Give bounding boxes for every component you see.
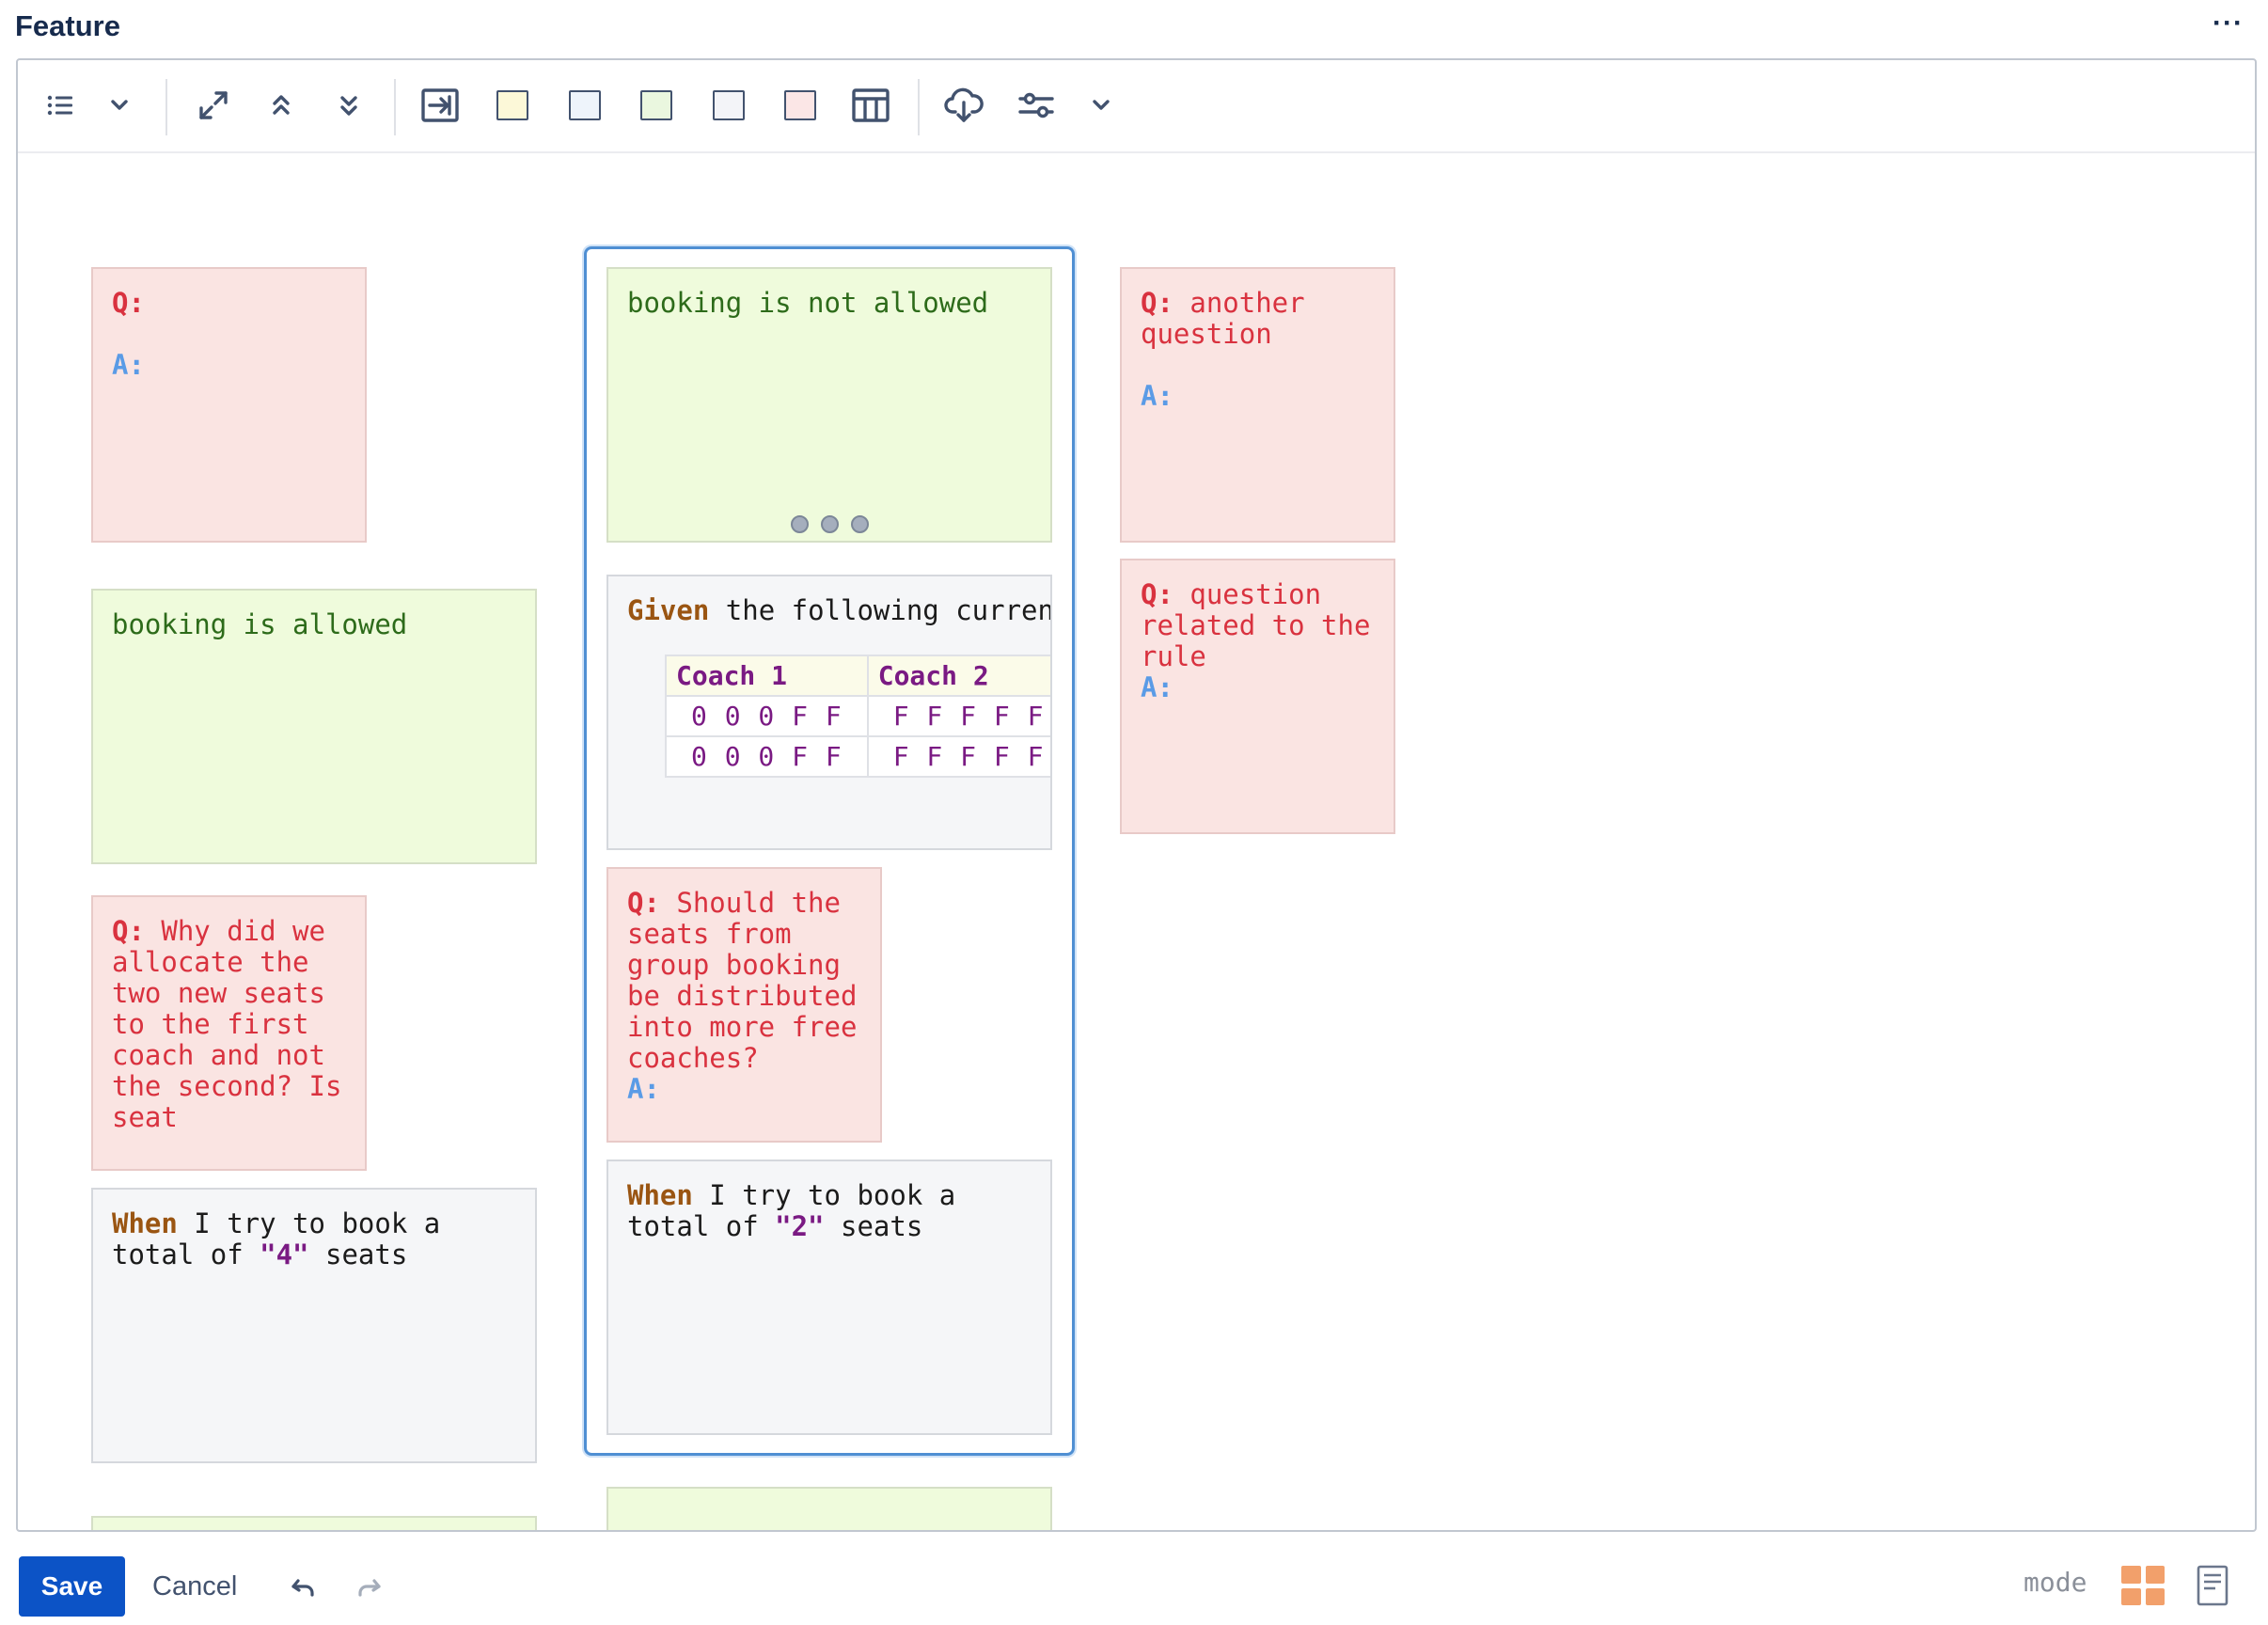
given-step-sticky[interactable]: Given the following curren Coach 1 Coach… — [606, 575, 1052, 850]
collapse-up-icon[interactable] — [260, 85, 302, 126]
undo-icon[interactable] — [287, 1570, 321, 1604]
pink-sticky-swatch[interactable] — [780, 85, 821, 126]
answer-keyword: A: — [627, 1073, 660, 1105]
toolbar-divider — [394, 79, 396, 135]
step-value: "4" — [260, 1238, 309, 1270]
insert-step-icon[interactable] — [419, 85, 461, 126]
rule-text: booking is allowed — [112, 608, 408, 640]
blue-swatch-fill — [569, 90, 601, 120]
answer-keyword: A: — [112, 349, 145, 381]
answer-keyword: A: — [1141, 380, 1173, 412]
toolbar — [18, 60, 2255, 153]
dot — [820, 515, 839, 533]
collapse-down-icon[interactable] — [328, 85, 370, 126]
yellow-sticky-swatch[interactable] — [492, 85, 533, 126]
grid-cell — [2121, 1566, 2141, 1584]
more-options-button[interactable]: ··· — [2213, 9, 2244, 38]
question-text: Should the seats from group booking be d… — [627, 887, 874, 1074]
white-sticky-swatch[interactable] — [708, 85, 749, 126]
step-keyword: When — [112, 1207, 178, 1239]
feature-editor: Q: A: booking is allowed Q: Why did we a… — [16, 58, 2257, 1532]
question-sticky[interactable]: Q: question related to the rule A: — [1120, 559, 1395, 834]
toolbar-divider — [165, 79, 167, 135]
toolbar-divider — [918, 79, 920, 135]
step-keyword: Given — [627, 594, 710, 626]
dot — [850, 515, 869, 533]
green-swatch-fill — [640, 90, 672, 120]
question-sticky[interactable]: Q: Why did we allocate the two new seats… — [91, 895, 367, 1171]
settings-chevron-down-icon[interactable] — [1080, 85, 1122, 126]
question-keyword: Q: — [627, 887, 660, 919]
settings-sliders-icon[interactable] — [1016, 85, 1057, 126]
question-keyword: Q: — [112, 915, 145, 947]
white-swatch-fill — [713, 90, 745, 120]
table-cell: 0 0 0 F F — [665, 735, 869, 778]
save-button[interactable]: Save — [19, 1556, 125, 1617]
grid-cell — [2121, 1587, 2141, 1605]
pink-swatch-fill — [784, 90, 816, 120]
step-value: "2" — [775, 1210, 825, 1242]
drag-handle-icon[interactable] — [608, 515, 1050, 533]
green-sticky-swatch[interactable] — [636, 85, 677, 126]
grid-mode-icon[interactable] — [2121, 1566, 2165, 1605]
table-cell: 0 0 0 F F — [665, 695, 869, 737]
answer-keyword: A: — [1141, 671, 1173, 703]
page-title: Feature — [15, 9, 120, 42]
cancel-button[interactable]: Cancel — [141, 1556, 248, 1617]
table-cell: F F F F F — [866, 695, 1050, 737]
mode-label: mode — [2024, 1567, 2087, 1598]
list-icon[interactable] — [39, 85, 81, 126]
step-sticky[interactable]: When I try to book a total of "2" seats — [606, 1160, 1052, 1435]
table-cell: F F F F F — [866, 735, 1050, 778]
redo-icon[interactable] — [352, 1570, 386, 1604]
question-sticky[interactable]: Q: Should the seats from group booking b… — [606, 867, 882, 1143]
rule-sticky[interactable]: booking is allowed — [91, 589, 537, 864]
grid-cell — [2145, 1587, 2165, 1605]
question-text: question related to the rule — [1141, 578, 1387, 672]
table-header: Coach 2 — [866, 655, 1050, 697]
cloud-download-icon[interactable] — [943, 85, 984, 126]
yellow-swatch-fill — [496, 90, 528, 120]
table-icon[interactable] — [850, 85, 891, 126]
expand-icon[interactable] — [193, 85, 234, 126]
dot — [790, 515, 809, 533]
step-sticky[interactable]: When I try to book a total of "4" seats — [91, 1188, 537, 1463]
step-text-post: seats — [824, 1210, 923, 1242]
sticky-canvas[interactable]: Q: A: booking is allowed Q: Why did we a… — [18, 155, 2255, 1530]
step-text-post: seats — [308, 1238, 408, 1270]
grid-cell — [2145, 1566, 2165, 1584]
question-sticky[interactable]: Q: another question A: — [1120, 267, 1395, 543]
document-mode-icon[interactable] — [2197, 1565, 2229, 1606]
blue-sticky-swatch[interactable] — [564, 85, 606, 126]
list-chevron-down-icon[interactable] — [99, 85, 140, 126]
table-header: Coach 1 — [665, 655, 869, 697]
question-keyword: Q: — [112, 287, 145, 319]
step-text: the following curren — [709, 594, 1052, 626]
rule-text: booking is not allowed — [627, 287, 989, 319]
step-keyword: When — [627, 1179, 693, 1211]
question-keyword: Q: — [1141, 578, 1173, 610]
data-table: Coach 1 Coach 2 0 0 0 F F F F F F F 0 0 … — [665, 655, 1050, 778]
question-keyword: Q: — [1141, 287, 1173, 319]
rule-sticky[interactable] — [606, 1487, 1052, 1530]
question-sticky[interactable]: Q: A: — [91, 267, 367, 543]
rule-sticky[interactable]: booking is not allowed — [606, 267, 1052, 543]
question-text: Why did we allocate the two new seats to… — [112, 915, 358, 1133]
rule-sticky[interactable] — [91, 1516, 537, 1530]
